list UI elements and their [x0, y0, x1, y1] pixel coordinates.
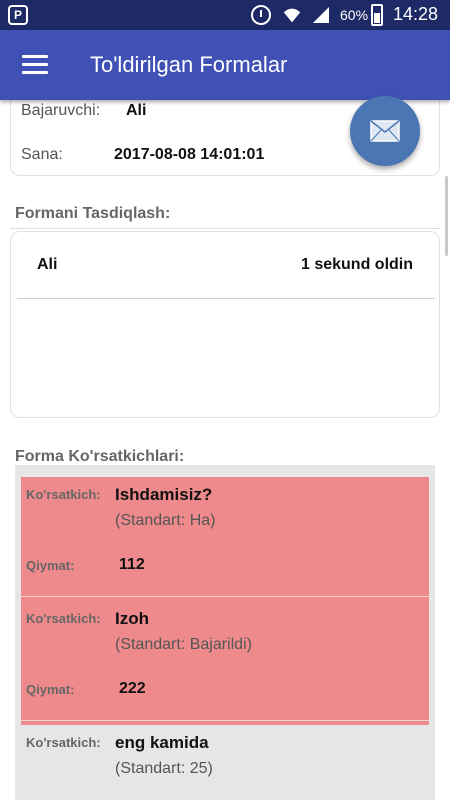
- indicator-value: 112: [119, 556, 145, 573]
- indicator-value: 222: [119, 680, 146, 697]
- indicator-standard: (Standart: Bajarildi): [115, 636, 252, 653]
- status-bar: P 60% 14:28: [0, 0, 450, 30]
- list-item[interactable]: Ko'rsatkich: Ishdamisiz? (Standart: Ha) …: [21, 477, 429, 601]
- indicator-standard: (Standart: 25): [115, 760, 213, 777]
- scrollbar[interactable]: [445, 176, 448, 256]
- date-label: Sana:: [21, 146, 63, 163]
- indicator-label: Ko'rsatkich:: [26, 735, 101, 750]
- list-item[interactable]: Ko'rsatkich: eng kamida (Standart: 25): [21, 725, 429, 800]
- item-divider: [21, 720, 429, 721]
- battery-percent: 60%: [340, 7, 369, 23]
- indicators-section-title: Forma Ko'rsatkichlari:: [15, 448, 185, 465]
- section-divider: [10, 228, 440, 229]
- approval-time: 1 sekund oldin: [300, 256, 413, 273]
- hamburger-menu-icon[interactable]: [22, 54, 48, 76]
- battery-icon: [371, 4, 383, 26]
- alarm-icon: [251, 5, 271, 25]
- item-divider: [21, 596, 429, 597]
- value-label: Qiymat:: [26, 558, 75, 573]
- send-mail-button[interactable]: [350, 96, 420, 166]
- approval-card: Ali 1 sekund oldin: [10, 231, 440, 418]
- executor-label: Bajaruvchi:: [21, 102, 101, 119]
- date-value: 2017-08-08 14:01:01: [114, 146, 265, 163]
- approver-name: Ali: [37, 256, 58, 273]
- indicators-list: Ko'rsatkich: Ishdamisiz? (Standart: Ha) …: [15, 465, 435, 800]
- list-item[interactable]: Ko'rsatkich: Izoh (Standart: Bajarildi) …: [21, 601, 429, 725]
- approval-divider: [17, 298, 435, 299]
- status-time: 14:28: [393, 4, 439, 24]
- indicator-standard: (Standart: Ha): [115, 512, 216, 529]
- indicator-label: Ko'rsatkich:: [26, 611, 101, 626]
- mail-icon: [370, 120, 400, 142]
- value-label: Qiymat:: [26, 682, 75, 697]
- app-notification-icon: P: [8, 5, 28, 25]
- app-bar: To'ldirilgan Formalar: [0, 30, 450, 100]
- signal-icon: [313, 7, 329, 23]
- page-title: To'ldirilgan Formalar: [90, 52, 288, 77]
- indicator-name: Ishdamisiz?: [115, 485, 213, 504]
- approval-section-title: Formani Tasdiqlash:: [15, 205, 171, 222]
- indicator-name: Izoh: [115, 609, 149, 628]
- indicator-label: Ko'rsatkich:: [26, 487, 101, 502]
- wifi-icon: [283, 8, 301, 23]
- executor-value: Ali: [126, 102, 147, 119]
- indicator-name: eng kamida: [115, 733, 209, 752]
